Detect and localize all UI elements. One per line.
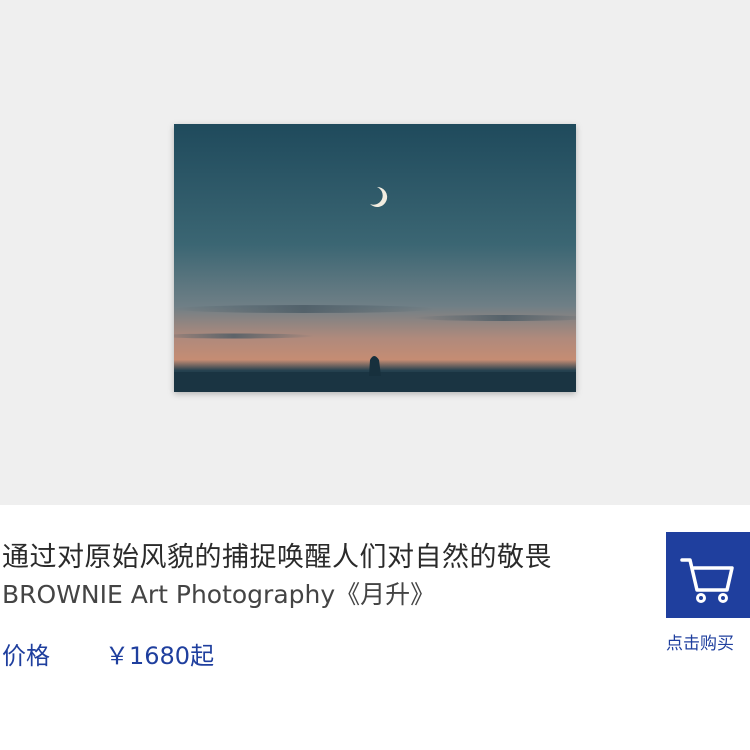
product-info: 通过对原始风貌的捕捉唤醒人们对自然的敬畏 BROWNIE Art Photogr…	[0, 505, 750, 750]
product-title: 通过对原始风貌的捕捉唤醒人们对自然的敬畏	[2, 542, 552, 573]
buy-button-label[interactable]: 点击购买	[666, 629, 750, 654]
shopping-cart-icon	[680, 558, 734, 603]
price-label: 价格	[2, 642, 50, 670]
product-subtitle: BROWNIE Art Photography《月升》	[2, 580, 436, 609]
moonrise-photo-image	[174, 124, 576, 392]
buy-button[interactable]	[666, 532, 750, 618]
hero-banner	[0, 0, 750, 505]
artwork-photo[interactable]	[174, 124, 576, 392]
price-value: ￥1680起	[105, 642, 215, 670]
product-page: 通过对原始风貌的捕捉唤醒人们对自然的敬畏 BROWNIE Art Photogr…	[0, 0, 750, 750]
